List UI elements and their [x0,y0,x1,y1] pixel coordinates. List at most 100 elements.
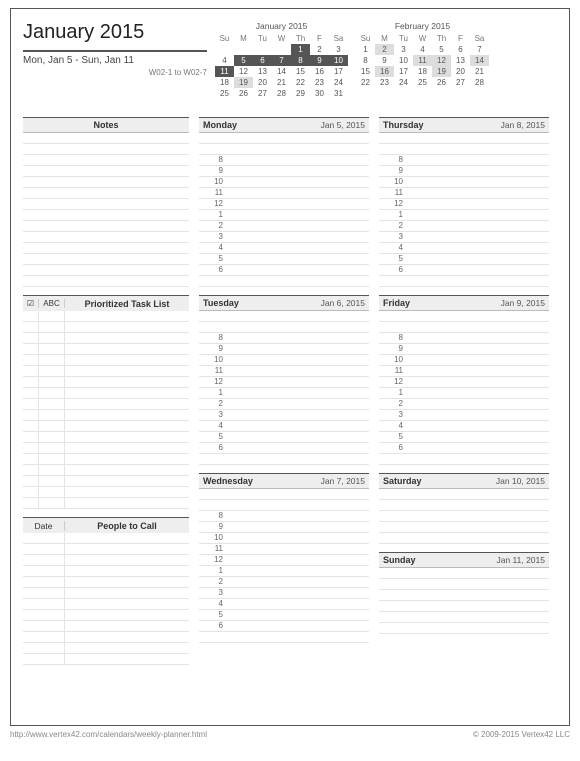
minical-day: 17 [394,66,413,77]
hour-row[interactable]: 6 [379,443,549,454]
notes-lines[interactable] [23,133,189,287]
hour-row[interactable]: 4 [379,421,549,432]
hour-row[interactable]: 11 [199,544,369,555]
minical-day: 22 [291,77,310,88]
hour-row[interactable]: 8 [379,333,549,344]
hour-row[interactable]: 8 [199,155,369,166]
task-lines[interactable] [23,311,189,509]
hour-label: 8 [199,155,229,165]
hour-label: 3 [199,232,229,242]
hour-row[interactable]: 5 [199,254,369,265]
hour-row[interactable]: 3 [379,410,549,421]
hour-label: 12 [379,199,409,209]
minical-day [272,44,291,55]
day-header: SaturdayJan 10, 2015 [379,473,549,489]
minical-title: January 2015 [215,21,348,31]
hour-label: 4 [199,421,229,431]
hour-row[interactable]: 11 [379,366,549,377]
hour-row[interactable]: 5 [379,432,549,443]
hour-row[interactable]: 8 [379,155,549,166]
hour-row[interactable]: 4 [199,421,369,432]
minical-day: 27 [253,88,272,99]
hour-row[interactable]: 11 [199,188,369,199]
hour-label: 2 [379,399,409,409]
hour-row[interactable]: 12 [199,555,369,566]
hour-row[interactable]: 9 [199,344,369,355]
hour-row[interactable]: 1 [199,210,369,221]
hour-row[interactable]: 12 [199,377,369,388]
hour-label: 11 [199,366,229,376]
hour-row[interactable]: 1 [199,388,369,399]
hour-row[interactable]: 2 [199,399,369,410]
header: January 2015 Mon, Jan 5 - Sun, Jan 11 W0… [23,21,557,99]
hour-row[interactable]: 10 [379,177,549,188]
hour-label: 4 [379,421,409,431]
minical-day [253,44,272,55]
hour-row[interactable]: 5 [379,254,549,265]
hour-label: 11 [199,544,229,554]
task-title: Prioritized Task List [65,299,189,309]
hour-row[interactable]: 2 [379,399,549,410]
hour-row[interactable]: 12 [379,199,549,210]
hour-row[interactable]: 3 [199,588,369,599]
hour-row[interactable]: 5 [199,610,369,621]
minical-day: 9 [310,55,329,66]
hour-row[interactable]: 10 [199,533,369,544]
hour-row[interactable]: 4 [379,243,549,254]
day-date: Jan 7, 2015 [321,476,365,486]
hour-row[interactable]: 6 [379,265,549,276]
hour-row[interactable]: 6 [199,265,369,276]
hour-label: 10 [199,355,229,365]
people-lines[interactable] [23,533,189,665]
hour-row[interactable]: 8 [199,511,369,522]
minical-day: 17 [329,66,348,77]
left-column: Notes ☑ ABC Prioritized Task List Date P… [23,117,189,665]
hour-row[interactable]: 3 [199,232,369,243]
hour-row[interactable]: 9 [199,166,369,177]
hour-label: 4 [199,599,229,609]
hour-label: 2 [379,221,409,231]
page-title: January 2015 [23,21,207,44]
hour-label: 12 [379,377,409,387]
hour-label: 1 [199,388,229,398]
hour-row[interactable]: 4 [199,243,369,254]
hour-row[interactable]: 10 [199,355,369,366]
hour-row[interactable]: 10 [199,177,369,188]
hour-label: 8 [379,155,409,165]
hour-row[interactable]: 3 [379,232,549,243]
hour-label: 3 [199,410,229,420]
hour-label: 9 [199,344,229,354]
hour-row[interactable]: 2 [379,221,549,232]
hour-row[interactable]: 12 [199,199,369,210]
hour-row[interactable]: 2 [199,221,369,232]
hour-row[interactable]: 6 [199,443,369,454]
minical-day: 7 [470,44,489,55]
minical-day: 6 [451,44,470,55]
hour-row[interactable]: 11 [379,188,549,199]
hour-row[interactable]: 11 [199,366,369,377]
hour-row[interactable]: 12 [379,377,549,388]
hour-row[interactable]: 5 [199,432,369,443]
hour-label: 6 [379,265,409,275]
hour-row[interactable]: 3 [199,410,369,421]
hour-row[interactable]: 6 [199,621,369,632]
hour-label: 9 [379,166,409,176]
minical-day [234,44,253,55]
hour-row[interactable]: 10 [379,355,549,366]
hour-row[interactable]: 8 [199,333,369,344]
hour-row[interactable]: 4 [199,599,369,610]
hour-row[interactable]: 1 [379,210,549,221]
hour-label: 5 [379,254,409,264]
hour-row[interactable]: 9 [199,522,369,533]
hour-label: 3 [379,232,409,242]
hour-row[interactable]: 9 [379,166,549,177]
hour-row[interactable]: 9 [379,344,549,355]
minical-day: 15 [356,66,375,77]
hour-row[interactable]: 1 [199,566,369,577]
hour-row[interactable]: 1 [379,388,549,399]
day-header: TuesdayJan 6, 2015 [199,295,369,311]
hour-label: 3 [379,410,409,420]
hour-row[interactable]: 2 [199,577,369,588]
minical-day: 4 [413,44,432,55]
week-numbers: W02-1 to W02-7 [23,68,207,77]
